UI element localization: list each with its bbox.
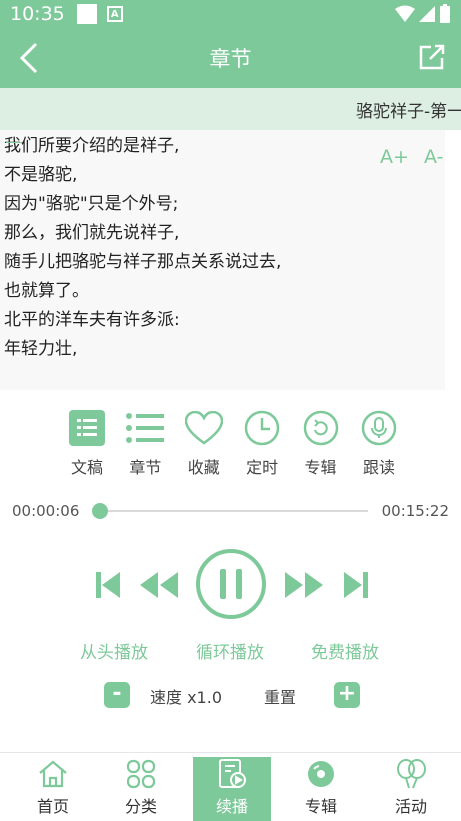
speed-increase-button[interactable]: + bbox=[334, 682, 360, 708]
status-bar: 10:35 A bbox=[0, 0, 461, 28]
tool-follow-read[interactable]: 跟读 bbox=[350, 408, 408, 478]
pause-button[interactable] bbox=[195, 548, 267, 620]
tool-label: 收藏 bbox=[187, 458, 220, 477]
wifi-icon bbox=[395, 5, 415, 22]
transcript-line: 随手儿把骆驼与祥子那点关系说过去, bbox=[4, 252, 282, 272]
tool-bar: 文稿 章节 收藏 定时 专辑 跟读 bbox=[58, 408, 408, 478]
tab-continue[interactable]: 续播 bbox=[193, 757, 271, 821]
continue-play-icon bbox=[215, 757, 249, 791]
album-disc-icon bbox=[304, 757, 338, 791]
play-modes: 从头播放 循环播放 免费播放 bbox=[0, 638, 461, 664]
tab-label: 活动 bbox=[394, 797, 427, 816]
playback-controls bbox=[0, 546, 461, 622]
transcript-area[interactable]: 我们所要介绍的是祥子, 不是骆驼, 因为"骆驼"只是个外号; 那么，我们就先说祥子, 随… bbox=[0, 130, 445, 390]
skip-to-end-icon[interactable] bbox=[342, 570, 368, 600]
battery-icon bbox=[440, 4, 450, 23]
chapter-list-icon bbox=[125, 408, 165, 448]
text-dash-divider bbox=[6, 142, 22, 143]
speed-row: - 速度 x1.0 重置 + bbox=[0, 680, 461, 710]
tool-label: 文稿 bbox=[70, 458, 103, 477]
tool-timer[interactable]: 定时 bbox=[233, 408, 291, 478]
total-time: 00:15:22 bbox=[381, 502, 449, 520]
tool-label: 章节 bbox=[129, 458, 162, 477]
transcript-line: 也就算了。 bbox=[4, 281, 89, 301]
transcript-line: 北平的洋车夫有许多派: bbox=[4, 310, 180, 330]
heart-icon bbox=[184, 408, 224, 448]
transcript-line: 不是骆驼, bbox=[4, 165, 78, 185]
tool-favorite[interactable]: 收藏 bbox=[175, 408, 233, 478]
skip-to-start-icon[interactable] bbox=[96, 570, 122, 600]
tab-activity[interactable]: 活动 bbox=[372, 757, 450, 821]
home-icon bbox=[36, 757, 70, 791]
progress-thumb[interactable] bbox=[91, 503, 108, 519]
current-time: 00:00:06 bbox=[12, 502, 80, 520]
tab-label: 首页 bbox=[36, 797, 69, 816]
transcript-line: 我们所要介绍的是祥子, bbox=[4, 136, 180, 156]
document-list-icon bbox=[67, 408, 107, 448]
notification-a-icon: A bbox=[106, 6, 123, 22]
app-bar: 章节 bbox=[0, 28, 461, 88]
tool-label: 跟读 bbox=[362, 458, 395, 477]
marquee-text: 骆驼祥子-第一 bbox=[356, 102, 461, 122]
rewind-icon[interactable] bbox=[138, 570, 180, 600]
tab-home[interactable]: 首页 bbox=[14, 757, 92, 821]
signal-icon bbox=[419, 6, 435, 22]
speed-decrease-button[interactable]: - bbox=[104, 682, 130, 708]
share-external-icon[interactable] bbox=[417, 42, 447, 72]
back-arrow-icon[interactable] bbox=[14, 40, 46, 76]
tool-transcript[interactable]: 文稿 bbox=[58, 408, 116, 478]
tab-category[interactable]: 分类 bbox=[102, 757, 180, 821]
tab-label: 分类 bbox=[124, 797, 157, 816]
microphone-icon bbox=[359, 408, 399, 448]
transcript-line: 那么，我们就先说祥子, bbox=[4, 223, 180, 243]
fast-forward-icon[interactable] bbox=[283, 570, 325, 600]
bottom-tab-bar: 首页 分类 续播 专辑 活动 bbox=[0, 752, 461, 821]
font-decrease-button[interactable]: A- bbox=[424, 146, 443, 168]
loop-play-button[interactable]: 循环播放 bbox=[196, 638, 264, 663]
tab-label: 续播 bbox=[215, 797, 248, 816]
tab-album[interactable]: 专辑 bbox=[282, 757, 360, 821]
tool-label: 定时 bbox=[246, 458, 279, 477]
balloon-icon bbox=[394, 757, 428, 791]
font-increase-button[interactable]: A+ bbox=[380, 146, 409, 168]
album-refresh-icon bbox=[301, 408, 341, 448]
speed-label: 速度 x1.0 bbox=[150, 688, 223, 707]
tool-chapters[interactable]: 章节 bbox=[116, 408, 174, 478]
free-play-button[interactable]: 免费播放 bbox=[311, 638, 379, 663]
clock-icon bbox=[242, 408, 282, 448]
tool-label: 专辑 bbox=[304, 458, 337, 477]
tab-label: 专辑 bbox=[304, 797, 337, 816]
progress-track[interactable] bbox=[91, 503, 368, 519]
status-time: 10:35 bbox=[10, 3, 65, 25]
notification-square-icon bbox=[76, 4, 97, 24]
transcript-line: 年轻力壮, bbox=[4, 339, 78, 359]
play-from-start-button[interactable]: 从头播放 bbox=[80, 638, 148, 663]
page-title: 章节 bbox=[209, 47, 252, 71]
transcript-line: 因为"骆驼"只是个外号; bbox=[4, 194, 179, 214]
marquee-banner: 骆驼祥子-第一 bbox=[0, 88, 461, 130]
tool-album[interactable]: 专辑 bbox=[292, 408, 350, 478]
category-icon bbox=[124, 757, 158, 791]
progress-row: 00:00:06 00:15:22 bbox=[0, 498, 461, 524]
transcript-lines: 我们所要介绍的是祥子, 不是骆驼, 因为"骆驼"只是个外号; 那么，我们就先说祥子, 随… bbox=[4, 132, 281, 364]
speed-reset-button[interactable]: 重置 bbox=[264, 684, 296, 708]
